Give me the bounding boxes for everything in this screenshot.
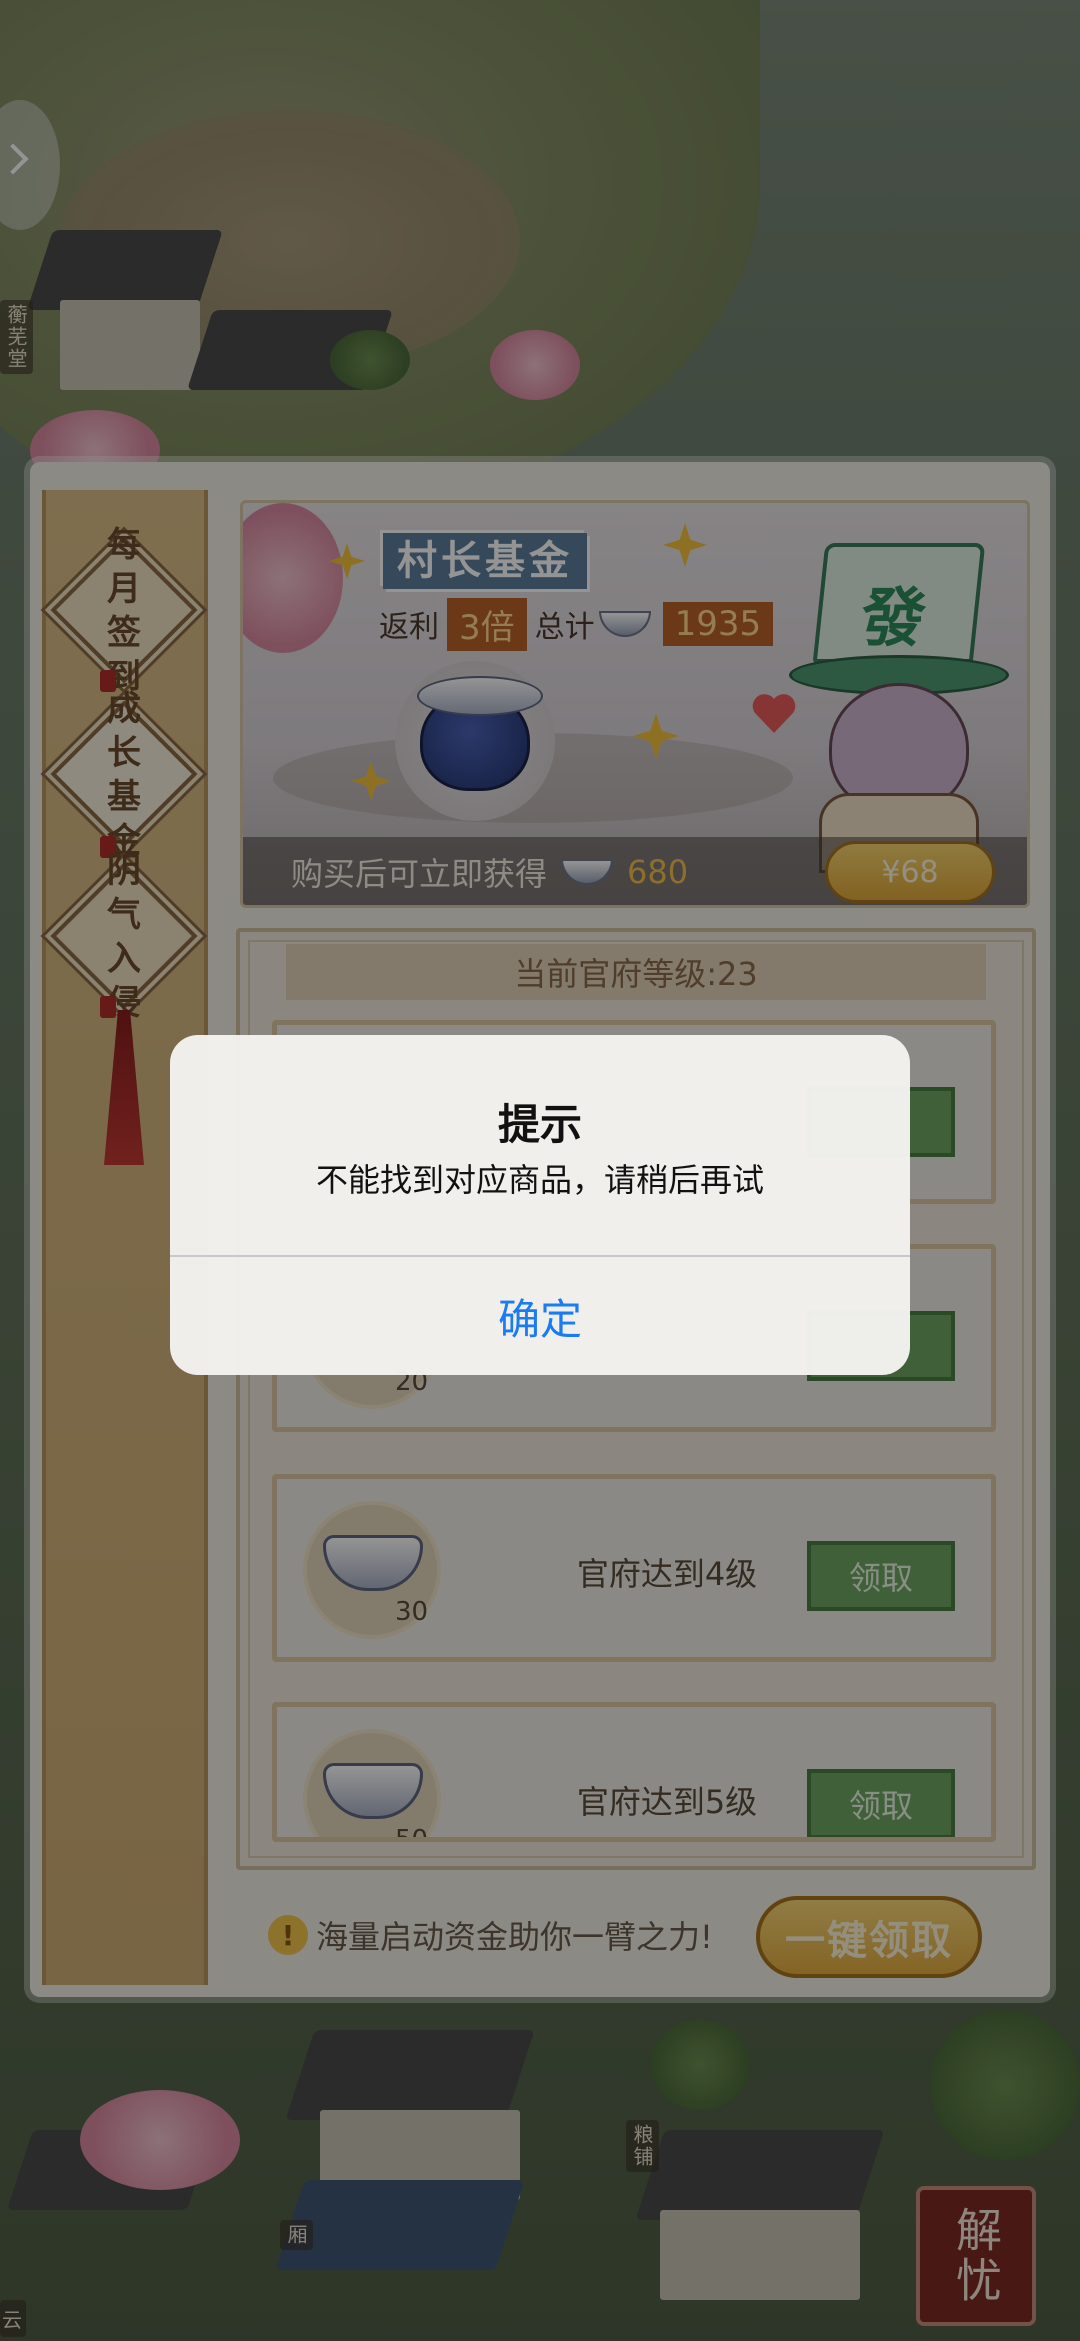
- alert-ok-button[interactable]: 确定: [170, 1257, 910, 1375]
- alert-title: 提示: [497, 1100, 582, 1149]
- alert-dialog: 提示 不能找到对应商品，请稍后再试 确定: [170, 1035, 910, 1375]
- alert-message: 不能找到对应商品，请稍后再试: [315, 1161, 764, 1199]
